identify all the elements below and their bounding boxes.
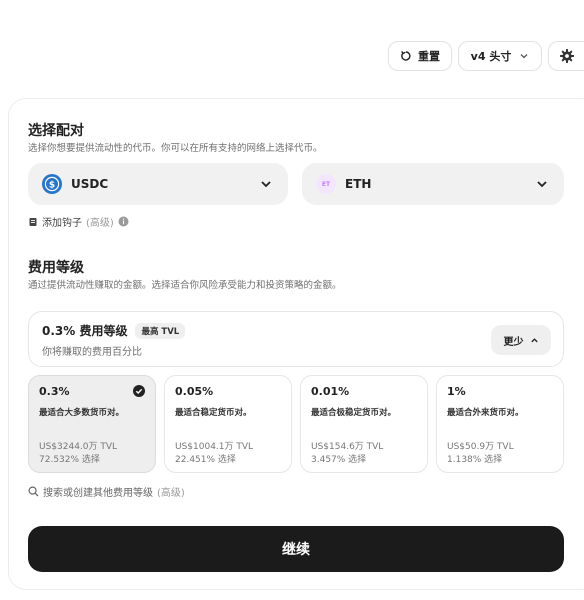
position-version-select[interactable]: v4 头寸 [458,41,542,71]
reset-label: 重置 [418,50,440,63]
add-hook-advanced: (高级) [86,218,114,229]
fee-option-tvl: US$50.9万 TVL [447,442,514,452]
reset-button[interactable]: 重置 [388,41,452,71]
search-fee-tier-link[interactable]: 搜索或创建其他费用等级 (高级) [28,484,185,499]
token-b-symbol: ETH [345,177,372,191]
fee-option-percent: 0.01% [311,385,350,398]
info-icon[interactable] [118,216,129,227]
fee-option-select-percent: 22.451% 选择 [175,455,236,465]
eth-icon: ET [316,174,336,194]
version-label: v4 头寸 [470,50,512,63]
fee-option-card[interactable]: 1% 最适合外来货币对。 US$50.9万 TVL 1.138% 选择 [436,375,564,473]
pair-title: 选择配对 [28,123,84,139]
usdc-icon: $ [42,174,62,194]
toolbar: 重置 v4 头寸 [388,41,584,71]
fee-option-percent: 0.05% [175,385,214,398]
chevron-up-icon [530,337,538,342]
search-fee-tier-advanced: (高级) [157,488,185,499]
highest-tvl-badge: 最高 TVL [135,322,186,339]
fee-option-tvl: US$3244.0万 TVL [39,442,118,452]
svg-text:$: $ [49,181,55,191]
token-b-select[interactable]: ET ETH [302,163,564,205]
fee-option-tvl: US$1004.1万 TVL [175,442,254,452]
eth-icon-text: ET [321,180,331,188]
add-hook-link[interactable]: 添加钩子 (高级) [28,214,129,229]
fee-option-card[interactable]: 0.3% 最适合大多数货币对。 US$3244.0万 TVL 72.532% 选… [28,375,156,473]
search-fee-tier-label: 搜索或创建其他费用等级 [43,488,153,499]
gear-icon [559,49,574,63]
chevron-down-icon [261,181,271,188]
fee-option-select-percent: 1.138% 选择 [447,455,503,465]
fee-option-best-for: 最适合稳定货币对。 [175,408,252,418]
pair-description: 选择你想要提供流动性的代币。你可以在所有支持的网络上选择代币。 [28,143,323,154]
token-a-symbol: USDC [71,177,109,191]
add-hook-label: 添加钩子 [42,218,82,229]
fee-option-percent: 0.3% [39,385,70,398]
fee-option-best-for: 最适合极稳定货币对。 [311,408,397,418]
fee-tier-heading: 0.3% 费用等级 最高 TVL [42,322,186,339]
reset-icon [401,50,411,61]
fee-option-card[interactable]: 0.01% 最适合极稳定货币对。 US$154.6万 TVL 3.457% 选择 [300,375,428,473]
fee-tier-subtitle: 你将赚取的费用百分比 [42,347,142,358]
fee-title: 费用等级 [28,260,84,276]
check-circle-icon [133,385,145,397]
fee-option-best-for: 最适合外来货币对。 [447,408,524,418]
chevron-down-icon [520,54,528,59]
document-icon [29,217,37,226]
fee-tier-summary: 0.3% 费用等级 最高 TVL 你将赚取的费用百分比 更少 [28,311,564,367]
fee-tier-title: 0.3% 费用等级 [42,324,128,338]
show-less-button[interactable]: 更少 [491,325,551,355]
fee-option-card[interactable]: 0.05% 最适合稳定货币对。 US$1004.1万 TVL 22.451% 选… [164,375,292,473]
fee-option-select-percent: 3.457% 选择 [311,455,367,465]
show-less-label: 更少 [503,336,524,348]
fee-option-select-percent: 72.532% 选择 [39,455,100,465]
fee-option-best-for: 最适合大多数货币对。 [39,408,125,418]
chevron-down-icon [537,181,547,188]
token-a-select[interactable]: $ USDC [28,163,288,205]
search-icon [28,486,39,497]
fee-description: 通过提供流动性赚取的金额。选择适合你风险承受能力和投资策略的金额。 [28,280,342,291]
settings-button[interactable] [548,41,584,71]
continue-button[interactable]: 继续 [28,526,564,572]
fee-option-tvl: US$154.6万 TVL [311,442,384,452]
fee-option-percent: 1% [447,385,466,398]
